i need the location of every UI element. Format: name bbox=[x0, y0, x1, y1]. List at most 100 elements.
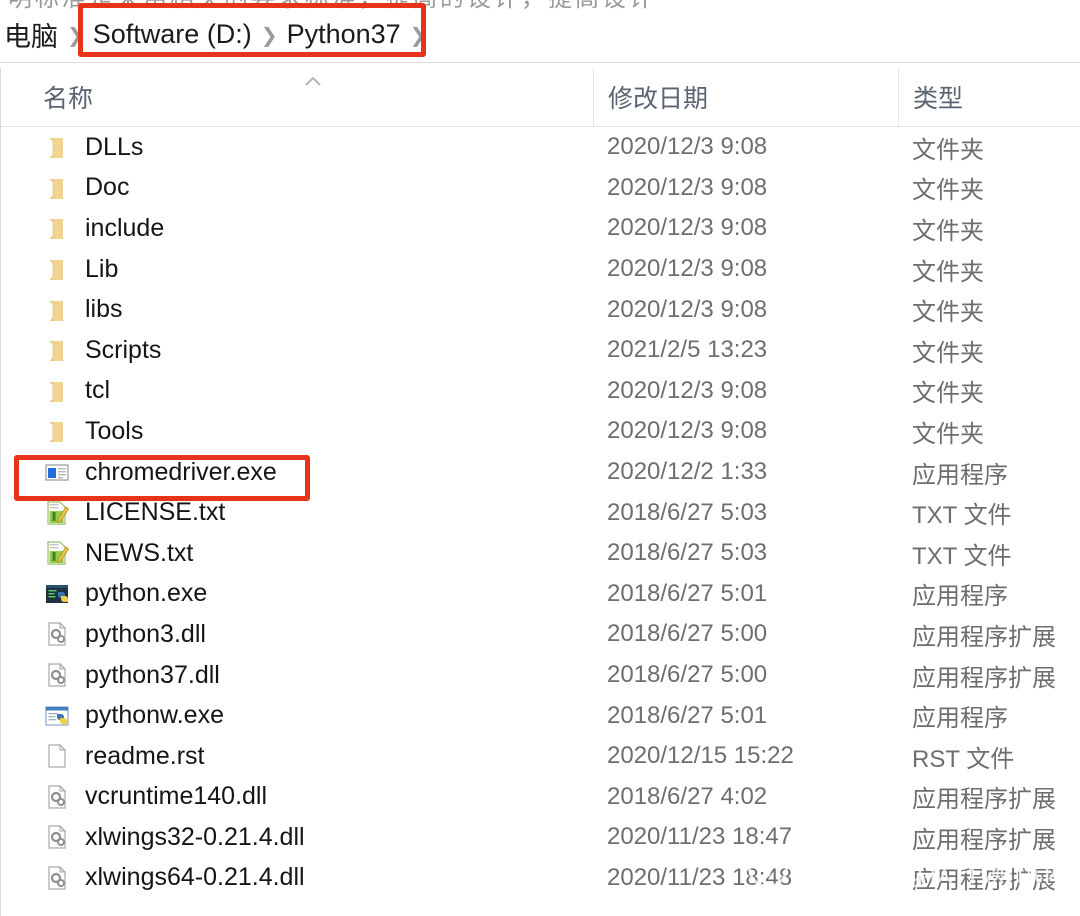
addressbar-divider bbox=[0, 62, 1080, 63]
table-row[interactable]: LICENSE.txt 2018/6/27 5:03 TXT 文件 bbox=[1, 492, 1080, 533]
folder-icon bbox=[43, 255, 71, 283]
table-row[interactable]: NEWS.txt 2018/6/27 5:03 TXT 文件 bbox=[1, 533, 1080, 574]
file-name-label: LICENSE.txt bbox=[85, 498, 226, 527]
address-bar[interactable]: 电脑 ❯ Software (D:) ❯ Python37 ❯ bbox=[0, 10, 1080, 58]
file-type-cell: RST 文件 bbox=[912, 745, 1015, 773]
file-type-cell: 文件夹 bbox=[912, 217, 984, 245]
file-name-cell[interactable]: Tools bbox=[1, 417, 593, 446]
console-app-icon bbox=[43, 458, 71, 486]
file-name-label: Scripts bbox=[85, 335, 162, 364]
file-name-cell[interactable]: chromedriver.exe bbox=[1, 458, 593, 487]
table-row[interactable]: DLLs 2020/12/3 9:08 文件夹 bbox=[1, 127, 1080, 168]
file-name-label: Lib bbox=[85, 254, 119, 283]
file-type-cell: 应用程序扩展 bbox=[912, 623, 1056, 651]
file-list-pane: 名称 修改日期 类型 DLLs 2020/12/3 9:08 文件夹 Doc 2020/… bbox=[0, 68, 1080, 916]
column-header-date-modified[interactable]: 修改日期 bbox=[593, 68, 898, 126]
file-date-cell: 2018/6/27 5:01 bbox=[607, 579, 768, 607]
file-date-cell: 2018/6/27 5:00 bbox=[607, 661, 768, 689]
file-name-cell[interactable]: DLLs bbox=[1, 133, 593, 162]
table-row[interactable]: xlwings32-0.21.4.dll 2020/11/23 18:47 应用程序… bbox=[1, 817, 1080, 858]
python-exe-icon bbox=[43, 580, 71, 608]
file-name-cell[interactable]: libs bbox=[1, 295, 593, 324]
breadcrumb-item-1[interactable]: 电脑 bbox=[4, 15, 58, 54]
folder-icon bbox=[43, 336, 71, 364]
folder-icon bbox=[43, 417, 71, 445]
table-row[interactable]: vcruntime140.dll 2018/6/27 4:02 应用程序扩展 bbox=[1, 777, 1080, 818]
file-name-cell[interactable]: Lib bbox=[1, 255, 593, 284]
file-name-cell[interactable]: LICENSE.txt bbox=[1, 498, 593, 527]
column-header-name[interactable]: 名称 bbox=[1, 68, 593, 126]
column-header-type-label: 类型 bbox=[913, 85, 964, 113]
file-name-cell[interactable]: python3.dll bbox=[1, 620, 593, 649]
breadcrumb-item-3[interactable]: Python37 bbox=[287, 19, 401, 50]
table-row[interactable]: include 2020/12/3 9:08 文件夹 bbox=[1, 208, 1080, 249]
file-date-cell: 2020/11/23 18:48 bbox=[607, 863, 793, 891]
file-name-cell[interactable]: pythonw.exe bbox=[1, 701, 593, 730]
table-row[interactable]: python3.dll 2018/6/27 5:00 应用程序扩展 bbox=[1, 614, 1080, 655]
file-name-label: DLLs bbox=[85, 132, 144, 161]
file-name-label: libs bbox=[85, 295, 123, 324]
file-type-cell: 文件夹 bbox=[912, 380, 984, 408]
file-name-cell[interactable]: tcl bbox=[1, 376, 593, 405]
text-file-icon bbox=[43, 539, 71, 567]
file-date-cell: 2021/2/5 13:23 bbox=[607, 336, 768, 364]
table-row[interactable]: chromedriver.exe 2020/12/2 1:33 应用程序 bbox=[1, 452, 1080, 493]
table-row[interactable]: Tools 2020/12/3 9:08 文件夹 bbox=[1, 411, 1080, 452]
column-header-type[interactable]: 类型 bbox=[898, 68, 1080, 126]
file-name-label: python3.dll bbox=[85, 619, 206, 648]
file-date-cell: 2020/11/23 18:47 bbox=[607, 823, 793, 851]
breadcrumb-separator-icon: ❯ bbox=[409, 24, 427, 47]
file-date-cell: 2020/12/2 1:33 bbox=[607, 458, 768, 486]
file-name-label: Tools bbox=[85, 416, 144, 445]
table-row[interactable]: Scripts 2021/2/5 13:23 文件夹 bbox=[1, 330, 1080, 371]
file-name-cell[interactable]: python.exe bbox=[1, 579, 593, 608]
table-row[interactable]: Doc 2020/12/3 9:08 文件夹 bbox=[1, 168, 1080, 209]
table-row[interactable]: pythonw.exe 2018/6/27 5:01 应用程序 bbox=[1, 695, 1080, 736]
file-date-cell: 2020/12/15 15:22 bbox=[607, 742, 794, 770]
file-name-cell[interactable]: Scripts bbox=[1, 336, 593, 365]
dll-icon bbox=[43, 823, 71, 851]
file-name-label: NEWS.txt bbox=[85, 538, 194, 567]
file-rows: DLLs 2020/12/3 9:08 文件夹 Doc 2020/12/3 9:08 文件… bbox=[1, 127, 1080, 898]
file-name-cell[interactable]: Doc bbox=[1, 173, 593, 202]
file-name-label: tcl bbox=[85, 376, 110, 405]
file-name-cell[interactable]: xlwings64-0.21.4.dll bbox=[1, 863, 593, 892]
file-type-cell: TXT 文件 bbox=[912, 542, 1012, 570]
file-name-label: pythonw.exe bbox=[85, 701, 224, 730]
file-name-cell[interactable]: python37.dll bbox=[1, 661, 593, 690]
breadcrumb-separator-icon: ❯ bbox=[67, 24, 84, 47]
file-date-cell: 2018/6/27 5:01 bbox=[607, 701, 768, 729]
file-type-cell: 文件夹 bbox=[912, 258, 984, 286]
file-name-cell[interactable]: readme.rst bbox=[1, 742, 593, 771]
file-type-cell: 应用程序扩展 bbox=[912, 786, 1056, 814]
file-date-cell: 2020/12/3 9:08 bbox=[607, 214, 768, 242]
folder-icon bbox=[43, 296, 71, 324]
file-name-cell[interactable]: vcruntime140.dll bbox=[1, 782, 593, 811]
file-type-cell: 应用程序扩展 bbox=[912, 664, 1056, 692]
table-row[interactable]: xlwings64-0.21.4.dll 2020/11/23 18:48 应用程序… bbox=[1, 858, 1080, 899]
dll-icon bbox=[43, 783, 71, 811]
file-name-cell[interactable]: NEWS.txt bbox=[1, 539, 593, 568]
file-date-cell: 2018/6/27 5:03 bbox=[607, 539, 768, 567]
table-row[interactable]: libs 2020/12/3 9:08 文件夹 bbox=[1, 289, 1080, 330]
breadcrumb-item-2[interactable]: Software (D:) bbox=[93, 19, 252, 50]
file-type-cell: 文件夹 bbox=[912, 177, 984, 205]
file-date-cell: 2018/6/27 5:00 bbox=[607, 620, 768, 648]
column-header-date-label: 修改日期 bbox=[608, 85, 709, 113]
table-row[interactable]: readme.rst 2020/12/15 15:22 RST 文件 bbox=[1, 736, 1080, 777]
table-row[interactable]: tcl 2020/12/3 9:08 文件夹 bbox=[1, 371, 1080, 412]
file-name-label: chromedriver.exe bbox=[85, 457, 277, 486]
file-name-cell[interactable]: xlwings32-0.21.4.dll bbox=[1, 823, 593, 852]
table-row[interactable]: python.exe 2018/6/27 5:01 应用程序 bbox=[1, 574, 1080, 615]
file-name-label: xlwings32-0.21.4.dll bbox=[85, 822, 305, 851]
text-file-icon bbox=[43, 499, 71, 527]
table-row[interactable]: Lib 2020/12/3 9:08 文件夹 bbox=[1, 249, 1080, 290]
clipped-top-text: 明标准是采用相关的要求标准，提高的设计，提高设计 bbox=[8, 0, 656, 10]
file-type-cell: TXT 文件 bbox=[912, 502, 1012, 530]
file-type-cell: 应用程序扩展 bbox=[912, 826, 1056, 854]
table-row[interactable]: python37.dll 2018/6/27 5:00 应用程序扩展 bbox=[1, 655, 1080, 696]
folder-icon bbox=[43, 214, 71, 242]
pythonw-exe-icon bbox=[43, 702, 71, 730]
folder-icon bbox=[43, 377, 71, 405]
file-name-cell[interactable]: include bbox=[1, 214, 593, 243]
